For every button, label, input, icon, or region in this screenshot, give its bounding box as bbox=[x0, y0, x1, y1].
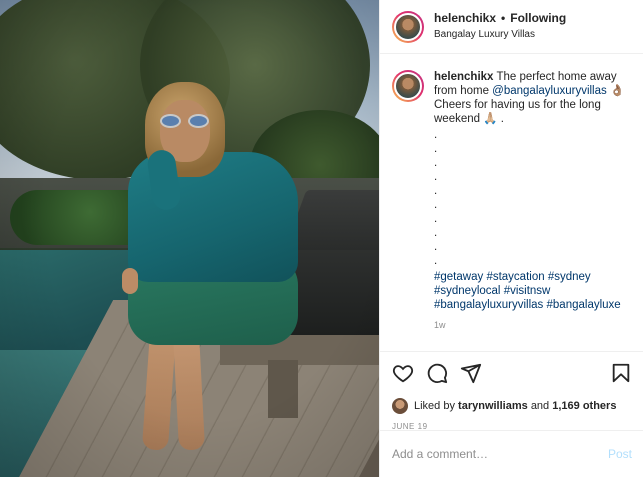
caption-mention[interactable]: @bangalayluxuryvillas bbox=[492, 85, 607, 97]
liker-avatar[interactable] bbox=[392, 398, 408, 414]
caption-hashtags: #getaway #staycation #sydney #sydneyloca… bbox=[434, 270, 631, 312]
photo-vignette bbox=[0, 0, 379, 477]
caption-avatar[interactable] bbox=[392, 70, 424, 102]
post-actions: Liked by tarynwilliams and 1,169 others … bbox=[380, 351, 643, 431]
caption-dot: . bbox=[434, 241, 438, 253]
liked-by-prefix: Liked by bbox=[414, 400, 455, 412]
hashtag-link[interactable]: #staycation bbox=[486, 271, 544, 283]
separator-dot: • bbox=[501, 11, 506, 25]
post-caption: helenchikx The perfect home away from ho… bbox=[380, 54, 643, 340]
post-header: helenchikx • Following Bangalay Luxury V… bbox=[380, 0, 643, 54]
author-avatar[interactable] bbox=[392, 10, 424, 43]
likes-count[interactable]: 1,169 others bbox=[552, 400, 616, 412]
caption-dot: . bbox=[434, 157, 438, 169]
post-side-panel: helenchikx • Following Bangalay Luxury V… bbox=[379, 0, 643, 477]
likes-summary: Liked by tarynwilliams and 1,169 others bbox=[392, 398, 632, 414]
caption-dot: . bbox=[434, 255, 438, 267]
following-button[interactable]: Following bbox=[510, 10, 566, 26]
hashtag-link[interactable]: #bangalayluxuryvillas bbox=[434, 299, 543, 311]
ok-hand-emoji: 👌🏽 bbox=[609, 85, 625, 97]
bookmark-icon[interactable] bbox=[610, 362, 632, 384]
caption-period: . bbox=[500, 113, 504, 125]
caption-body: Cheers for having us for the long weeken… bbox=[434, 99, 601, 125]
caption-text: helenchikx The perfect home away from ho… bbox=[434, 70, 631, 340]
caption-dot: . bbox=[434, 129, 438, 141]
caption-dots: . . . . . . . . . . bbox=[434, 128, 631, 268]
hashtag-link[interactable]: #getaway bbox=[434, 271, 483, 283]
caption-dot: . bbox=[434, 213, 438, 225]
comment-icon[interactable] bbox=[426, 362, 448, 384]
action-icons bbox=[392, 362, 632, 384]
caption-dot: . bbox=[434, 185, 438, 197]
caption-dot: . bbox=[434, 143, 438, 155]
heart-icon[interactable] bbox=[392, 362, 414, 384]
hashtag-link[interactable]: #sydney bbox=[548, 271, 591, 283]
caption-username[interactable]: helenchikx bbox=[434, 71, 493, 83]
caption-dot: . bbox=[434, 171, 438, 183]
author-info: helenchikx • Following Bangalay Luxury V… bbox=[434, 10, 566, 43]
hashtag-link[interactable]: #sydneylocal bbox=[434, 285, 500, 297]
liked-by-and: and bbox=[530, 400, 550, 412]
caption-dot: . bbox=[434, 199, 438, 211]
hashtag-link[interactable]: #bangalayluxe bbox=[547, 299, 621, 311]
hashtag-link[interactable]: #visitnsw bbox=[504, 285, 551, 297]
location-link[interactable]: Bangalay Luxury Villas bbox=[434, 27, 566, 43]
caption-dot: . bbox=[434, 227, 438, 239]
instagram-post: helenchikx • Following Bangalay Luxury V… bbox=[0, 0, 643, 477]
share-icon[interactable] bbox=[460, 362, 482, 384]
post-comment-button[interactable]: Post bbox=[608, 447, 632, 461]
add-comment-bar: Post bbox=[380, 430, 643, 477]
praying-hands-emoji: 🙏🏼 bbox=[483, 113, 498, 125]
post-photo[interactable] bbox=[0, 0, 379, 477]
comment-input[interactable] bbox=[392, 447, 608, 461]
caption-timestamp[interactable]: 1w bbox=[434, 318, 631, 332]
liked-by-user[interactable]: tarynwilliams bbox=[458, 400, 528, 412]
author-username[interactable]: helenchikx bbox=[434, 10, 496, 26]
